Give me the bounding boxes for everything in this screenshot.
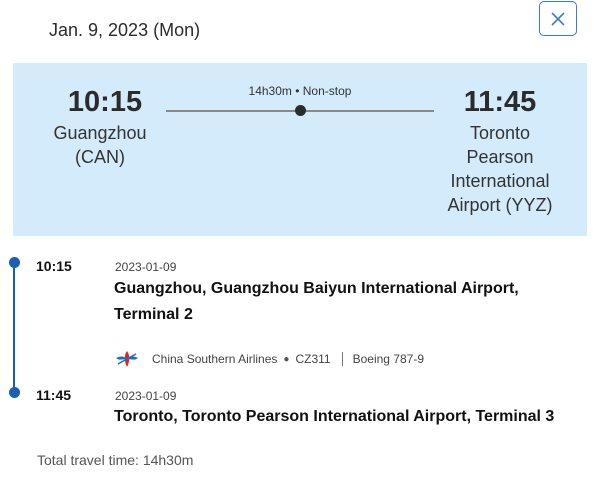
aircraft-type: Boeing 787-9 xyxy=(352,352,424,366)
segment-departure-time: 10:15 xyxy=(36,258,72,274)
flight-number: CZ311 xyxy=(295,352,331,366)
departure-timeline-dot xyxy=(9,257,20,268)
itinerary-timeline-line xyxy=(13,262,15,392)
china-southern-logo-icon xyxy=(116,351,138,367)
arrival-city: Toronto Pearson International Airport (Y… xyxy=(447,123,553,215)
departure-time: 10:15 xyxy=(67,86,143,118)
segment-arrival-time: 11:45 xyxy=(36,387,72,403)
close-icon xyxy=(551,11,565,26)
segment-arrival-place: Toronto, Toronto Pearson International A… xyxy=(114,408,555,425)
segment-departure-date: 2023-01-09 xyxy=(115,260,177,274)
flight-date: Jan. 9, 2023 (Mon) xyxy=(49,20,201,40)
arrival-time: 11:45 xyxy=(463,86,537,118)
airline-name: China Southern Airlines xyxy=(152,352,278,366)
route-midpoint-dot xyxy=(295,105,306,116)
departure-city: Guangzhou (CAN) xyxy=(53,123,147,167)
segment-arrival-date: 2023-01-09 xyxy=(115,389,177,403)
divider xyxy=(341,352,343,366)
flight-summary-card: 10:15 Guangzhou (CAN) 14h30m • Non-stop … xyxy=(13,63,587,236)
airline-info: China Southern Airlines ● CZ311 Boeing 7… xyxy=(114,348,424,370)
separator-dot: ● xyxy=(283,353,290,365)
flight-duration: 14h30m • Non-stop xyxy=(248,84,352,98)
close-button[interactable] xyxy=(539,1,577,36)
segment-departure-place: Guangzhou, Guangzhou Baiyun Internationa… xyxy=(114,280,519,323)
arrival-timeline-dot xyxy=(9,387,20,398)
total-travel-time: Total travel time: 14h30m xyxy=(37,452,194,468)
